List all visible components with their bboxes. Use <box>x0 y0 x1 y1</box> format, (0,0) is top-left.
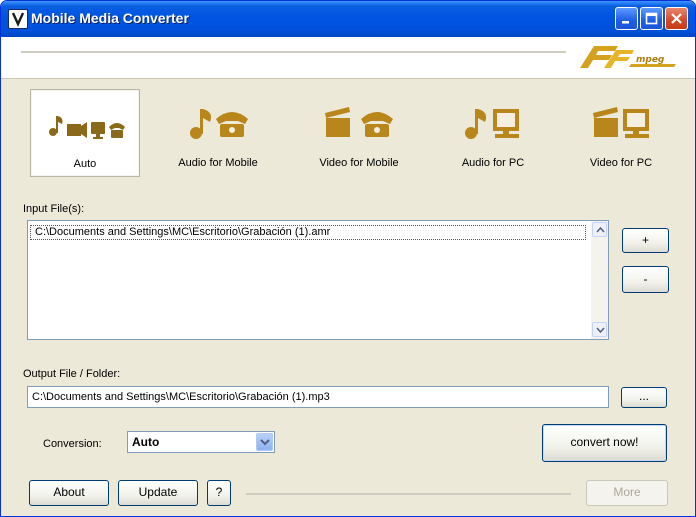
title-bar[interactable]: Mobile Media Converter <box>1 1 695 37</box>
mode-label: Audio for Mobile <box>178 157 258 169</box>
add-file-label: + <box>641 233 649 247</box>
close-button[interactable] <box>665 7 688 30</box>
header-band: mpeg <box>1 37 695 79</box>
dropdown-arrow-icon[interactable] <box>256 433 273 451</box>
mode-label: Video for PC <box>589 157 653 169</box>
output-path-field[interactable]: C:\Documents and Settings\MC\Escritorio\… <box>27 386 609 408</box>
conversion-value: Auto <box>132 435 160 449</box>
svg-text:mpeg: mpeg <box>636 55 665 65</box>
update-label: Update <box>138 485 178 499</box>
mode-video-pc-button[interactable]: Video for PC <box>566 89 676 177</box>
app-window: Mobile Media Converter mpeg Auto Audio f… <box>0 0 696 517</box>
scroll-up-button[interactable] <box>592 222 607 237</box>
conversion-select[interactable]: Auto <box>127 431 275 453</box>
help-label: ? <box>215 485 223 499</box>
convert-now-button[interactable]: convert now! <box>542 424 667 462</box>
help-button[interactable]: ? <box>207 480 231 506</box>
mode-audio-pc-button[interactable]: Audio for PC <box>438 89 548 177</box>
audio-mobile-icon <box>190 109 248 139</box>
update-button[interactable]: Update <box>118 480 198 506</box>
browse-button[interactable]: ... <box>621 387 667 408</box>
maximize-button[interactable] <box>640 7 663 30</box>
input-files-list[interactable]: C:\Documents and Settings\MC\Escritorio\… <box>27 220 609 340</box>
window-title: Mobile Media Converter <box>31 10 189 26</box>
more-button[interactable]: More <box>586 480 668 506</box>
remove-file-button[interactable]: - <box>622 266 669 293</box>
more-label: More <box>613 485 641 499</box>
output-label: Output File / Folder: <box>23 368 121 380</box>
scroll-down-button[interactable] <box>592 322 607 337</box>
ffmpeg-logo: mpeg <box>580 46 676 68</box>
mode-label: Audio for PC <box>461 157 525 169</box>
convert-now-label: convert now! <box>570 435 639 449</box>
header-divider <box>21 51 566 53</box>
video-mobile-icon <box>325 107 393 137</box>
mode-auto-button[interactable]: Auto <box>30 89 140 177</box>
mode-label: Video for Mobile <box>319 157 399 169</box>
remove-file-label: - <box>643 272 648 286</box>
list-item[interactable]: C:\Documents and Settings\MC\Escritorio\… <box>30 225 586 240</box>
audio-pc-icon <box>465 109 519 139</box>
app-icon[interactable] <box>8 9 28 29</box>
input-files-label: Input File(s): <box>23 203 85 215</box>
mode-label: Auto <box>73 158 97 170</box>
video-pc-icon <box>593 107 649 138</box>
add-file-button[interactable]: + <box>622 228 669 253</box>
about-button[interactable]: About <box>29 480 109 506</box>
mode-audio-mobile-button[interactable]: Audio for Mobile <box>163 89 273 177</box>
about-label: About <box>53 485 85 499</box>
mode-video-mobile-button[interactable]: Video for Mobile <box>304 89 414 177</box>
auto-icon <box>49 116 125 139</box>
conversion-label: Conversion: <box>43 438 102 450</box>
browse-label: ... <box>638 389 649 403</box>
minimize-button[interactable] <box>615 7 638 30</box>
footer-divider <box>246 493 571 495</box>
list-scrollbar[interactable] <box>591 221 608 339</box>
